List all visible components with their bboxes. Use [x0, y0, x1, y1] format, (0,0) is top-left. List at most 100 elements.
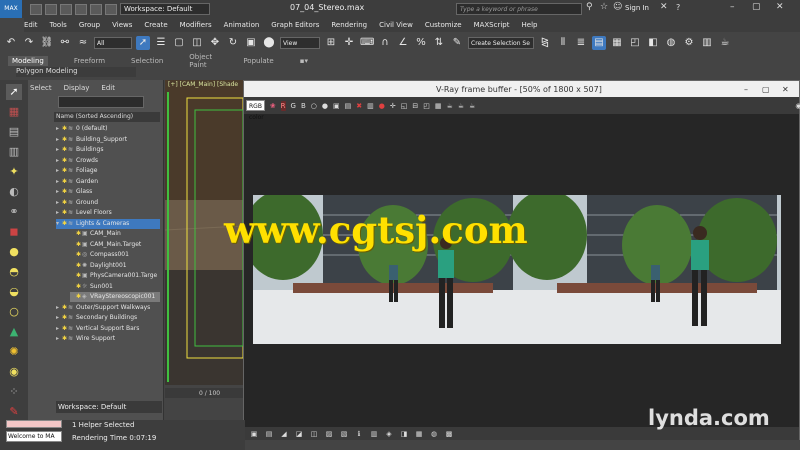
- star-icon[interactable]: ☆: [600, 2, 608, 12]
- menu-help[interactable]: Help: [522, 21, 538, 29]
- vfb-track-mouse-icon[interactable]: ✛: [390, 101, 396, 111]
- undo-icon[interactable]: ↶: [4, 36, 18, 50]
- explorer-row[interactable]: ▸ ✱≋ Secondary Buildings: [56, 313, 160, 323]
- app-logo-icon[interactable]: MAX: [0, 0, 22, 18]
- unlink-icon[interactable]: ⚯: [58, 36, 72, 50]
- menu-edit[interactable]: Edit: [24, 21, 38, 29]
- vfb-render-teapot-icon[interactable]: ☕: [446, 101, 452, 111]
- window-crossing-icon[interactable]: ◫: [190, 36, 204, 50]
- explorer-workspace-dropdown[interactable]: Workspace: Default: [56, 401, 162, 413]
- select-by-name-icon[interactable]: ☰: [154, 36, 168, 50]
- hierarchy-icon[interactable]: ▥: [6, 144, 22, 160]
- rendered-frame-window-icon[interactable]: ▥: [700, 36, 714, 50]
- explorer-row[interactable]: ✱◈ VRayStereoscopic001: [70, 292, 160, 302]
- maxscript-listener-input[interactable]: [6, 420, 62, 428]
- workspace-dropdown[interactable]: Workspace: Default: [120, 3, 210, 15]
- vfb-color-picker-icon[interactable]: ❀: [270, 101, 276, 111]
- explorer-row[interactable]: ▸ ✱≋ Level Floors: [56, 208, 160, 218]
- exchange-icon[interactable]: ✕: [660, 2, 668, 12]
- layer-manager-icon[interactable]: ≣: [574, 36, 588, 50]
- scale-icon[interactable]: ▣: [244, 36, 258, 50]
- sort-by-type-icon[interactable]: ▤: [6, 124, 22, 140]
- vfb-stamp-bottom-icon[interactable]: ▩: [444, 429, 454, 439]
- select-none-icon[interactable]: ✎: [6, 404, 22, 420]
- vfb-mono-icon[interactable]: ●: [322, 101, 328, 111]
- vfb-color-corrections-icon[interactable]: ▣: [249, 429, 259, 439]
- vfb-channel-dropdown[interactable]: RGB color: [246, 100, 265, 121]
- align-icon[interactable]: ⫴: [556, 36, 570, 50]
- shapes-filter-icon[interactable]: ◼: [6, 224, 22, 240]
- explorer-row[interactable]: ▸ ✱≋ Vertical Support Bars: [56, 324, 160, 334]
- explorer-row[interactable]: ▸ ✱≋ Glass: [56, 187, 160, 197]
- graphite-tools-icon[interactable]: ▦: [610, 36, 624, 50]
- help-button[interactable]: ?: [676, 3, 680, 12]
- vfb-close-icon[interactable]: ✕: [782, 85, 789, 94]
- time-slider[interactable]: 0 / 100: [165, 388, 243, 398]
- menu-tools[interactable]: Tools: [50, 21, 67, 29]
- menu-graph-editors[interactable]: Graph Editors: [271, 21, 319, 29]
- vfb-render-last-icon[interactable]: ☕: [469, 101, 475, 111]
- binoculars-icon[interactable]: ⚲: [586, 2, 593, 12]
- hidden-filter-icon[interactable]: ◓: [6, 264, 22, 280]
- lights-filter-icon[interactable]: ✦: [6, 164, 22, 180]
- menu-create[interactable]: Create: [144, 21, 167, 29]
- explorer-row[interactable]: ▸ ✱≋ Ground: [56, 198, 160, 208]
- schematic-view-icon[interactable]: ◧: [646, 36, 660, 50]
- move-icon[interactable]: ✥: [208, 36, 222, 50]
- bind-space-warp-icon[interactable]: ≈: [76, 36, 90, 50]
- undo-icon[interactable]: [75, 3, 87, 15]
- edit-named-selection-icon[interactable]: ✎: [450, 36, 464, 50]
- explorer-row[interactable]: ▸ ✱≋ 0 (default): [56, 124, 160, 134]
- vfb-minimize-icon[interactable]: –: [744, 85, 748, 94]
- reference-coordinate-dropdown[interactable]: View: [280, 37, 320, 49]
- new-file-icon[interactable]: [30, 3, 42, 15]
- spinner-snap-icon[interactable]: ⇅: [432, 36, 446, 50]
- viewport-label[interactable]: [+] [CAM_Main] [Shade: [168, 81, 243, 90]
- link-icon[interactable]: ⛓: [40, 36, 54, 50]
- explorer-row[interactable]: ▸ ✱≋ Buildings: [56, 145, 160, 155]
- vfb-link-icon[interactable]: ◰: [423, 101, 430, 111]
- curve-editor-icon[interactable]: ◰: [628, 36, 642, 50]
- explorer-sort-header[interactable]: Name (Sorted Ascending): [54, 112, 160, 122]
- vfb-blue-channel-button[interactable]: B: [300, 100, 306, 111]
- explorer-search-input[interactable]: [58, 96, 144, 108]
- explorer-row[interactable]: ▾ ✱≋ Lights & Cameras: [56, 218, 160, 229]
- select-all-icon[interactable]: ⁘: [6, 384, 22, 400]
- search-input[interactable]: Type a keyword or phrase: [456, 3, 582, 15]
- layer-explorer-icon[interactable]: ▦: [6, 104, 22, 120]
- place-icon[interactable]: ⬤: [262, 36, 276, 50]
- explorer-row[interactable]: ✱▣ CAM_Main.Target: [70, 240, 160, 250]
- vfb-save-all-icon[interactable]: ▤: [345, 101, 352, 111]
- vfb-red-channel-button[interactable]: R: [280, 100, 286, 111]
- vfb-region-icon[interactable]: ◱: [401, 101, 408, 111]
- vfb-lock-icon[interactable]: ⊟: [412, 101, 418, 111]
- vfb-ocio-icon[interactable]: ▧: [339, 429, 349, 439]
- frozen-filter-icon[interactable]: ●: [6, 244, 22, 260]
- named-selection-dropdown[interactable]: Create Selection Se: [468, 37, 534, 49]
- explorer-row[interactable]: ✱✺ Daylight001: [70, 261, 160, 271]
- explorer-row[interactable]: ▸ ✱≋ Crowds: [56, 156, 160, 166]
- helpers-filter-icon[interactable]: ⚭: [6, 204, 22, 220]
- explorer-menu-edit[interactable]: Edit: [101, 84, 115, 92]
- explorer-menu-display[interactable]: Display: [64, 84, 90, 92]
- menu-customize[interactable]: Customize: [425, 21, 462, 29]
- redo-icon[interactable]: ↷: [22, 36, 36, 50]
- tab-object-paint[interactable]: Object Paint: [189, 53, 217, 69]
- vfb-exposure-icon[interactable]: ◪: [294, 429, 304, 439]
- vfb-alpha-icon[interactable]: ○: [311, 101, 317, 111]
- scene-explorer-icon[interactable]: ▤: [592, 36, 606, 50]
- menu-modifiers[interactable]: Modifiers: [180, 21, 212, 29]
- rectangular-selection-icon[interactable]: ▢: [172, 36, 186, 50]
- containers-filter-icon[interactable]: ✺: [6, 344, 22, 360]
- vfb-interactive-render-icon[interactable]: ☕: [458, 101, 464, 111]
- vfb-duplicate-icon[interactable]: ▥: [367, 101, 374, 111]
- vfb-pixel-info-icon[interactable]: ℹ: [354, 429, 364, 439]
- snaps-toggle-icon[interactable]: ∩: [378, 36, 392, 50]
- vfb-clear-icon[interactable]: ✖: [356, 101, 362, 111]
- vfb-save-icon[interactable]: ▣: [333, 101, 340, 111]
- particles-filter-icon[interactable]: ○: [6, 304, 22, 320]
- explorer-row[interactable]: ✱▣ PhysCamera001.Targe: [70, 271, 160, 281]
- vfb-levels-icon[interactable]: ▤: [264, 429, 274, 439]
- explorer-row[interactable]: ✱☼ Sun001: [70, 282, 160, 292]
- xrefs-filter-icon[interactable]: ◉: [6, 364, 22, 380]
